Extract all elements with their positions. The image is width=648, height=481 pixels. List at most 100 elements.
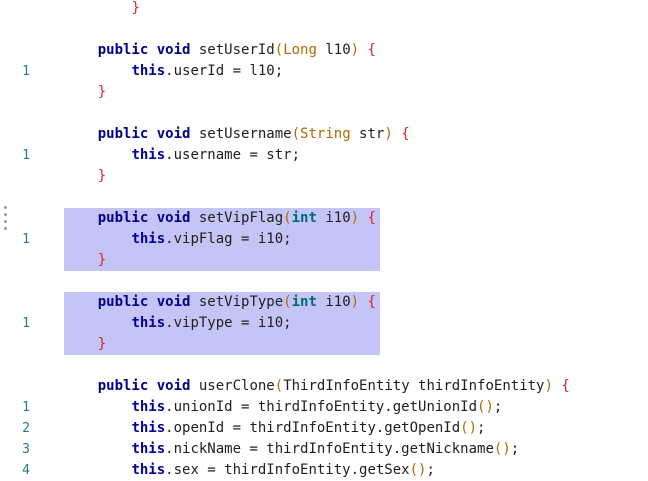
code-token: setVipFlag	[190, 210, 284, 226]
code-token: (	[274, 378, 284, 394]
code-token: str	[350, 126, 385, 142]
code-token: ()	[409, 462, 427, 478]
code-token: this	[131, 231, 166, 247]
code-token: ()	[460, 420, 478, 436]
code-text: }	[64, 166, 106, 187]
code-token: .unionId = thirdInfoEntity.getUnionId	[165, 399, 478, 415]
code-line[interactable]: }	[0, 0, 648, 19]
code-token: .vipType = i10;	[165, 315, 292, 331]
code-token: userClone	[190, 378, 275, 394]
code-line[interactable]	[0, 187, 648, 208]
code-token: .openId = thirdInfoEntity.getOpenId	[165, 420, 461, 436]
code-token: {	[367, 42, 376, 58]
code-token: void	[156, 126, 191, 142]
code-token: (	[283, 294, 292, 310]
code-line[interactable]: 2 this.openId = thirdInfoEntity.getOpenI…	[0, 418, 648, 439]
code-token: ;	[477, 420, 486, 436]
code-line[interactable]: public void setVipFlag(int i10) {	[0, 208, 648, 229]
line-gutter-number: 1	[22, 316, 30, 331]
code-text: public void setVipType(int i10) {	[64, 292, 376, 313]
code-line[interactable]: public void userClone(ThirdInfoEntity th…	[0, 376, 648, 397]
code-token: this	[131, 420, 166, 436]
code-line[interactable]: 3 this.nickName = thirdInfoEntity.getNic…	[0, 439, 648, 460]
code-line[interactable]: 4 this.sex = thirdInfoEntity.getSex();	[0, 460, 648, 481]
code-line[interactable]: public void setUsername(String str) {	[0, 124, 648, 145]
code-text: this.sex = thirdInfoEntity.getSex();	[64, 460, 434, 481]
code-token: setVipType	[190, 294, 284, 310]
code-token: }	[97, 336, 107, 352]
code-line[interactable]: 1 this.unionId = thirdInfoEntity.getUnio…	[0, 397, 648, 418]
code-line[interactable]: 1 this.userId = l10;	[0, 61, 648, 82]
code-text: public void setUsername(String str) {	[64, 124, 410, 145]
code-token: .username = str;	[165, 147, 301, 163]
code-line[interactable]: public void setVipType(int i10) {	[0, 292, 648, 313]
code-line[interactable]: }	[0, 334, 648, 355]
code-line[interactable]	[0, 271, 648, 292]
code-line[interactable]: 1 this.vipType = i10;	[0, 313, 648, 334]
code-token: l10	[316, 42, 351, 58]
code-token: setUserId	[190, 42, 275, 58]
code-line[interactable]	[0, 103, 648, 124]
code-line[interactable]: 1 this.vipFlag = i10;	[0, 229, 648, 250]
code-token: i10	[316, 210, 351, 226]
code-line[interactable]: }	[0, 82, 648, 103]
code-token: }	[97, 168, 107, 184]
code-text: public void userClone(ThirdInfoEntity th…	[64, 376, 570, 397]
line-gutter-number: 3	[22, 442, 30, 457]
code-token: {	[401, 126, 410, 142]
code-token: }	[131, 0, 140, 16]
code-token: (	[291, 126, 301, 142]
code-token: ;	[493, 399, 503, 415]
code-token: )	[544, 378, 553, 394]
code-text: this.vipType = i10;	[64, 313, 292, 334]
code-token: ()	[477, 399, 494, 415]
code-line[interactable]	[0, 355, 648, 376]
code-text: }	[64, 334, 106, 355]
code-token: public	[97, 126, 149, 142]
code-token: this	[131, 315, 166, 331]
code-token: this	[131, 441, 166, 457]
code-token: )	[384, 126, 393, 142]
code-token: }	[97, 84, 107, 100]
line-gutter-number: 1	[22, 64, 30, 79]
code-text: this.unionId = thirdInfoEntity.getUnionI…	[64, 397, 502, 418]
code-editor[interactable]: } public void setUserId(Long l10) {1 thi…	[0, 0, 648, 478]
code-token: public	[97, 294, 149, 310]
code-text: this.nickName = thirdInfoEntity.getNickn…	[64, 439, 519, 460]
code-text: }	[64, 82, 106, 103]
code-line[interactable]: public void setUserId(Long l10) {	[0, 40, 648, 61]
code-token: void	[156, 42, 191, 58]
code-token: public	[97, 378, 149, 394]
code-token: .sex = thirdInfoEntity.getSex	[165, 462, 410, 478]
code-token: )	[350, 42, 360, 58]
code-token: this	[131, 147, 166, 163]
code-text: public void setUserId(Long l10) {	[64, 40, 376, 61]
code-token: Long	[283, 42, 317, 58]
code-token: int	[291, 210, 317, 226]
code-token: (	[283, 210, 292, 226]
code-line[interactable]: }	[0, 166, 648, 187]
code-line[interactable]	[0, 19, 648, 40]
code-line[interactable]: 1 this.username = str;	[0, 145, 648, 166]
code-token: void	[156, 294, 191, 310]
code-line[interactable]: }	[0, 250, 648, 271]
line-gutter-number: 4	[22, 463, 30, 478]
